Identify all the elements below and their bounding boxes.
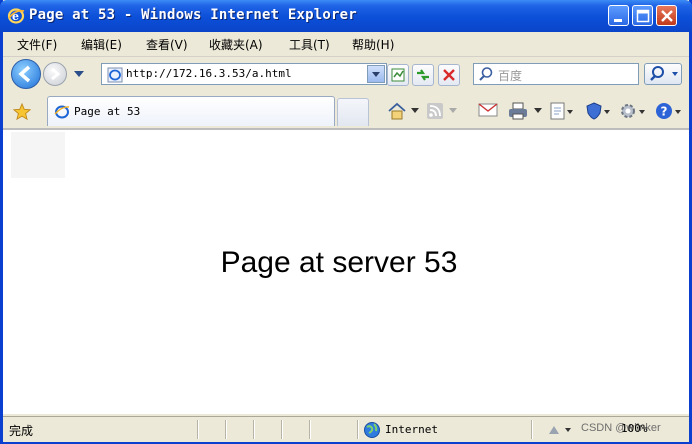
search-box[interactable]: 百度 <box>473 63 639 85</box>
navigation-bar: http://172.16.3.53/a.html 百度 <box>3 57 689 91</box>
favorites-star-icon[interactable] <box>13 103 31 121</box>
search-placeholder: 百度 <box>498 69 523 83</box>
dropdown-icon <box>372 72 380 77</box>
dropdown-icon[interactable] <box>534 108 542 114</box>
status-divider <box>225 420 227 439</box>
page-icon <box>107 67 123 83</box>
dropdown-icon[interactable] <box>411 108 419 114</box>
back-button[interactable] <box>11 59 41 89</box>
menu-file[interactable]: 文件(F) <box>17 36 57 53</box>
status-divider <box>197 420 199 439</box>
back-icon <box>18 65 31 83</box>
minimize-button[interactable] <box>608 5 629 26</box>
menu-help[interactable]: 帮助(H) <box>352 36 394 53</box>
ie-logo-icon: e <box>7 8 25 24</box>
page-menu-icon[interactable] <box>549 102 575 120</box>
dropdown-icon[interactable] <box>449 108 457 114</box>
search-icon <box>650 66 678 81</box>
home-icon[interactable] <box>387 102 407 120</box>
ie-logo-icon <box>54 105 70 119</box>
stop-icon <box>443 69 455 81</box>
page-content: Page at server 53 <box>3 130 689 414</box>
status-divider <box>281 420 283 439</box>
search-button[interactable] <box>644 63 682 85</box>
svg-text:e: e <box>12 10 19 23</box>
new-tab-button[interactable] <box>337 98 369 126</box>
tools-icon[interactable] <box>619 102 647 120</box>
menu-edit[interactable]: 编辑(E) <box>81 36 122 53</box>
status-bar: 完成 Internet CSDN @wlinker 100% <box>3 416 689 442</box>
window-title: Page at 53 - Windows Internet Explorer <box>29 7 357 23</box>
refresh-button[interactable] <box>412 64 434 86</box>
tab-label: Page at 53 <box>74 105 141 118</box>
address-bar[interactable]: http://172.16.3.53/a.html <box>101 63 387 85</box>
status-divider <box>309 420 311 439</box>
close-icon <box>661 10 673 22</box>
favorites-tab-bar: Page at 53 ? <box>3 92 689 130</box>
menu-favorites[interactable]: 收藏夹(A) <box>209 36 263 53</box>
browser-window: e Page at 53 - Windows Internet Explorer… <box>0 0 692 444</box>
address-dropdown-button[interactable] <box>367 65 385 83</box>
address-url[interactable]: http://172.16.3.53/a.html <box>126 67 292 80</box>
stop-button[interactable] <box>438 64 460 86</box>
page-heading: Page at server 53 <box>220 246 458 279</box>
zoom-icon[interactable] <box>547 423 575 437</box>
recent-pages-icon[interactable] <box>74 70 84 78</box>
compatibility-view-button[interactable] <box>387 64 409 86</box>
status-divider <box>357 420 359 439</box>
close-button[interactable] <box>656 5 677 26</box>
compatibility-icon <box>391 68 405 82</box>
menu-view[interactable]: 查看(V) <box>146 36 188 53</box>
safety-icon[interactable] <box>586 102 612 120</box>
menu-bar: 文件(F) 编辑(E) 查看(V) 收藏夹(A) 工具(T) 帮助(H) <box>3 32 689 57</box>
svg-text:?: ? <box>661 105 668 119</box>
status-divider <box>531 420 533 439</box>
search-icon <box>479 67 493 81</box>
mail-icon[interactable] <box>478 102 498 118</box>
print-icon[interactable] <box>508 102 528 120</box>
security-zone[interactable]: Internet <box>385 423 438 436</box>
content-corner-block <box>11 132 65 178</box>
zoom-level[interactable]: 100% <box>621 422 648 435</box>
tab-page-at-53[interactable]: Page at 53 <box>47 96 335 126</box>
maximize-button[interactable] <box>632 5 653 26</box>
status-divider <box>253 420 255 439</box>
status-text: 完成 <box>9 424 34 438</box>
menu-tools[interactable]: 工具(T) <box>289 36 330 53</box>
title-bar: e Page at 53 - Windows Internet Explorer <box>0 0 692 32</box>
globe-icon <box>364 422 380 438</box>
help-icon[interactable]: ? <box>655 102 683 120</box>
maximize-icon <box>636 9 650 23</box>
forward-icon <box>51 67 61 81</box>
forward-button[interactable] <box>43 62 67 86</box>
minimize-icon <box>614 19 622 22</box>
feeds-icon[interactable] <box>426 102 444 120</box>
refresh-icon <box>417 69 429 81</box>
